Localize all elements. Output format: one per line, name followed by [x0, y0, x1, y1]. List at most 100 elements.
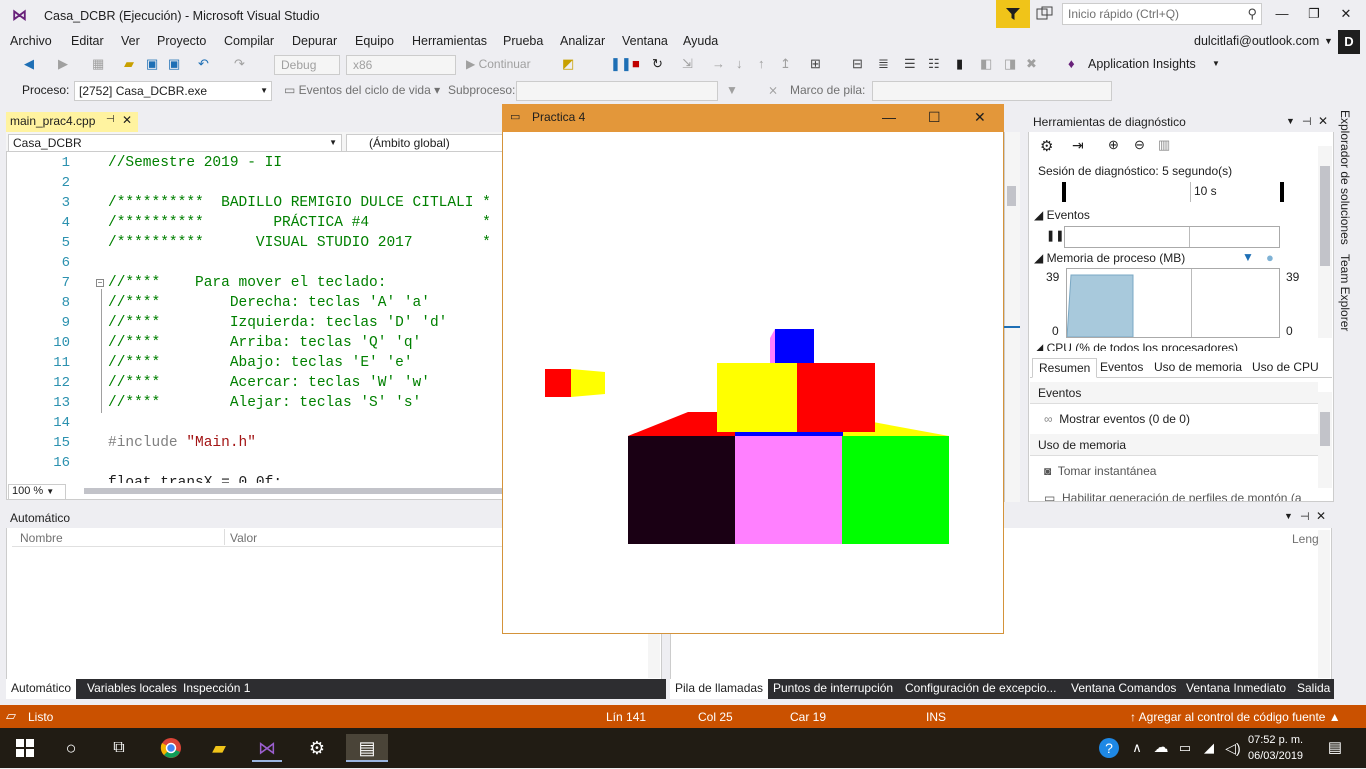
forward-icon[interactable]: ▶ [58, 56, 68, 72]
chevron-down-icon[interactable]: ▼ [1284, 511, 1293, 521]
source-control-button[interactable]: ↑ Agregar al control de código fuente ▲ [1130, 710, 1341, 724]
undo-icon[interactable]: ↶ [198, 56, 209, 72]
diag-lower-scrollbar[interactable] [1318, 392, 1332, 488]
menu-equipo[interactable]: Equipo [355, 34, 394, 48]
bookmark-icon[interactable]: ▮ [956, 56, 963, 72]
restore-icon[interactable]: ❐ [1306, 6, 1322, 22]
chevron-down-icon[interactable]: ▼ [1324, 36, 1333, 46]
volume-icon[interactable]: ◁) [1218, 734, 1248, 762]
settings-icon[interactable]: ⚙ [302, 734, 332, 762]
bottom-tab-right[interactable]: Puntos de interrupción [768, 679, 898, 699]
pause-icon[interactable]: ❚❚ [610, 56, 632, 72]
close-icon[interactable]: ✕ [1316, 509, 1326, 523]
application-insights-button[interactable]: Application Insights [1088, 57, 1196, 71]
lightbulb-icon[interactable]: ♦ [1068, 56, 1075, 71]
bottom-tab-right[interactable]: Ventana Inmediato [1181, 679, 1291, 699]
close-icon[interactable]: ✕ [1338, 6, 1354, 22]
zoom-select[interactable]: 100 % ▼ [8, 484, 66, 500]
solution-explorer-tab[interactable]: Explorador de soluciones [1338, 110, 1352, 245]
tab-main-prac4[interactable]: main_prac4.cpp ⊣ ✕ [6, 112, 138, 132]
pin-icon[interactable]: ⊣ [106, 114, 115, 125]
project-select[interactable]: Casa_DCBR ▼ [8, 134, 342, 152]
filter-icon[interactable]: ▼ [726, 83, 738, 97]
redo-icon[interactable]: ↷ [234, 56, 245, 72]
diag-scrollbar[interactable] [1318, 146, 1332, 338]
quick-launch-input[interactable]: Inicio rápido (Ctrl+Q) ⚲ [1062, 3, 1262, 25]
menu-analizar[interactable]: Analizar [560, 34, 605, 48]
lifecycle-events-button[interactable]: ▭ Eventos del ciclo de vida ▾ [284, 83, 440, 97]
restart-icon[interactable]: ↻ [652, 56, 663, 72]
bottom-tab-right[interactable]: Pila de llamadas [670, 679, 769, 699]
platform-select[interactable]: x86 [346, 55, 456, 75]
bottom-tab-right[interactable]: Ventana Comandos [1066, 679, 1181, 699]
take-snapshot-link[interactable]: ◙ Tomar instantánea [1044, 464, 1156, 478]
diag-tab[interactable]: Uso de memoria [1148, 358, 1248, 376]
clear-bookmarks-icon[interactable]: ✖ [1026, 56, 1037, 72]
pin-icon[interactable]: ⊣ [1302, 115, 1312, 128]
open-folder-icon[interactable]: ▰ [124, 56, 134, 72]
gl-maximize-icon[interactable]: ☐ [928, 109, 941, 126]
diagnostic-timeline[interactable]: 10 s [1062, 182, 1284, 202]
diag-tab[interactable]: Eventos [1094, 358, 1149, 376]
column-lenguaje[interactable]: Leng [1292, 532, 1319, 546]
breakpoint-window-icon[interactable]: ⊟ [852, 56, 863, 72]
close-tab-icon[interactable]: ✕ [122, 113, 132, 127]
taskbar-clock[interactable]: 07:52 p. m. 06/03/2019 [1248, 732, 1303, 764]
team-explorer-tab[interactable]: Team Explorer [1338, 254, 1352, 331]
comment-icon[interactable]: ☰ [904, 56, 916, 72]
chevron-down-icon[interactable]: ▼ [1212, 59, 1220, 68]
windows-start-icon[interactable] [10, 734, 40, 762]
diag-tab[interactable]: Resumen [1032, 358, 1098, 378]
chart-icon[interactable]: ▥ [1158, 137, 1170, 153]
bottom-tab-left[interactable]: Inspección 1 [178, 679, 255, 699]
attach-icon[interactable]: ◩ [562, 56, 574, 72]
close-icon[interactable]: ✕ [1318, 114, 1328, 128]
horizontal-scrollbar[interactable] [84, 488, 502, 494]
heap-profiling-link[interactable]: ▭ Habilitar generación de perfiles de mo… [1044, 491, 1306, 501]
help-icon[interactable]: ? [1094, 734, 1124, 762]
save-icon[interactable]: ▣ [146, 56, 158, 72]
prev-bookmark-icon[interactable]: ◧ [980, 56, 992, 72]
menu-ayuda[interactable]: Ayuda [683, 34, 718, 48]
chevron-down-icon[interactable]: ▼ [1286, 116, 1295, 126]
minimize-icon[interactable]: — [1274, 6, 1290, 22]
thread-select[interactable] [516, 81, 718, 101]
step-back-icon[interactable]: ↥ [780, 56, 791, 72]
column-valor[interactable]: Valor [230, 531, 257, 545]
thread-icon[interactable]: ≣ [878, 56, 889, 72]
zoom-out-icon[interactable]: ⊖ [1134, 137, 1145, 153]
collapse-icon[interactable]: − [96, 279, 104, 287]
menu-proyecto[interactable]: Proyecto [157, 34, 206, 48]
diag-tab[interactable]: Uso de CPU [1246, 358, 1325, 376]
flag-icon[interactable]: ⨯ [768, 83, 778, 97]
bottom-tab-left[interactable]: Automático [6, 679, 77, 699]
hex-display-icon[interactable]: ⊞ [810, 56, 821, 72]
avatar[interactable]: D [1338, 30, 1360, 54]
gl-minimize-icon[interactable]: — [882, 109, 896, 125]
bottom-tab-left[interactable]: Variables locales [82, 679, 182, 699]
show-next-statement-icon[interactable]: ⇲ [682, 56, 693, 72]
task-view-icon[interactable]: ⧉ [104, 734, 134, 762]
save-all-icon[interactable]: ▣ [168, 56, 180, 72]
menu-editar[interactable]: Editar [71, 34, 104, 48]
feedback-filter-icon[interactable] [996, 0, 1030, 28]
menu-archivo[interactable]: Archivo [10, 34, 52, 48]
pin-icon[interactable]: ⊣ [1300, 510, 1310, 523]
notifications-icon[interactable] [1036, 6, 1054, 22]
show-events-link[interactable]: ∞ Mostrar eventos (0 de 0) [1044, 412, 1190, 426]
opengl-app-taskbar-icon[interactable]: ▤ [346, 734, 388, 762]
memory-section-header[interactable]: ◢ Memoria de proceso (MB) [1034, 251, 1185, 265]
scrollbar-thumb[interactable] [1007, 186, 1016, 206]
continue-button[interactable]: ▶ Continuar [466, 57, 531, 71]
new-project-icon[interactable]: ▦ [92, 56, 104, 72]
file-explorer-icon[interactable]: ▰ [204, 734, 234, 762]
uncomment-icon[interactable]: ☷ [928, 56, 940, 72]
chrome-icon[interactable] [156, 734, 186, 762]
column-nombre[interactable]: Nombre [20, 531, 63, 545]
menu-ver[interactable]: Ver [121, 34, 140, 48]
bottom-tab-right[interactable]: Salida [1292, 679, 1335, 699]
cortana-search-icon[interactable]: ○ [56, 734, 86, 762]
step-into-icon[interactable]: → [712, 56, 725, 71]
callstack-scrollbar[interactable] [1318, 530, 1330, 678]
diag-lower-scroll-thumb[interactable] [1320, 412, 1330, 446]
